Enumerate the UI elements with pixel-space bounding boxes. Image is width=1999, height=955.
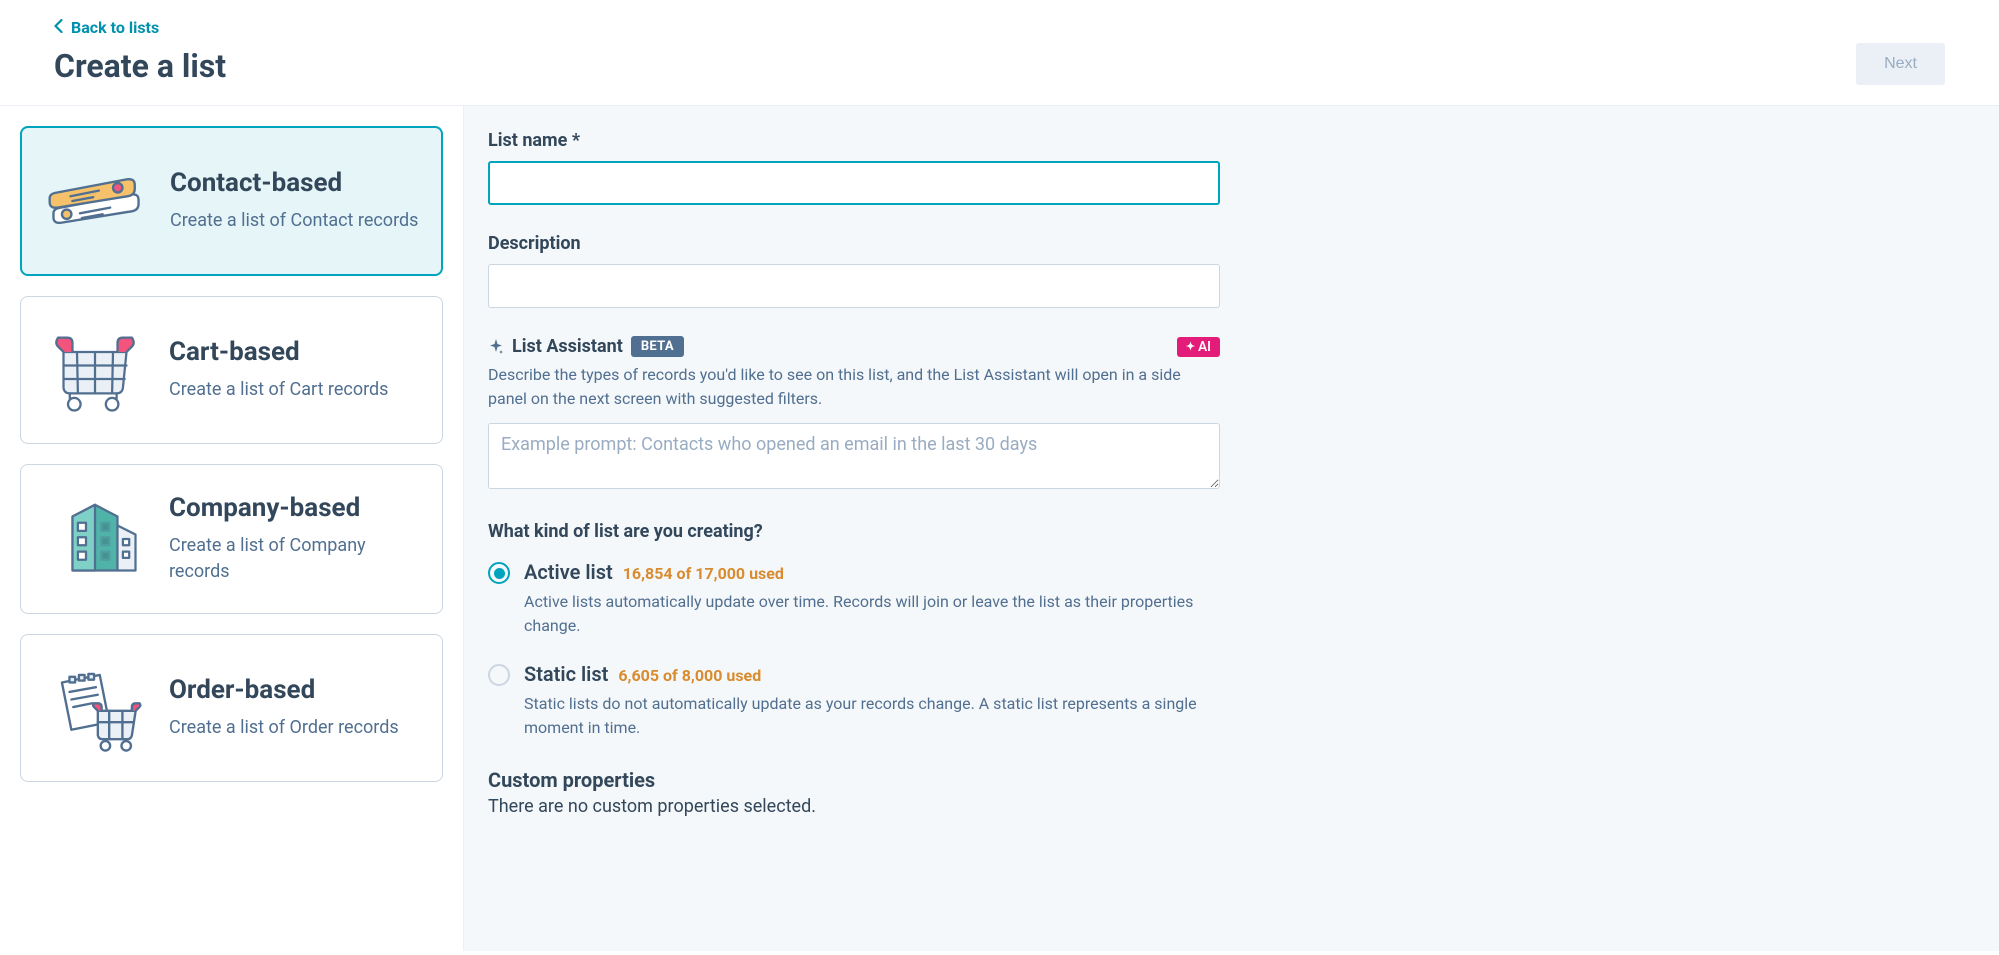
back-link-label: Back to lists	[71, 18, 159, 37]
card-title: Contact-based	[170, 168, 419, 198]
card-desc: Create a list of Company records	[169, 533, 420, 585]
radio-static-list[interactable]: Static list 6,605 of 8,000 used Static l…	[488, 662, 1220, 740]
card-order-based[interactable]: Order-based Create a list of Order recor…	[20, 634, 443, 782]
list-type-sidebar: Contact-based Create a list of Contact r…	[0, 106, 464, 951]
list-kind-heading: What kind of list are you creating?	[488, 521, 1220, 542]
page-header: Back to lists Create a list Next	[0, 0, 1999, 106]
page-title: Create a list	[54, 47, 226, 85]
card-cart-based[interactable]: Cart-based Create a list of Cart records	[20, 296, 443, 444]
card-title: Company-based	[169, 493, 420, 523]
custom-properties-heading: Custom properties	[488, 768, 1220, 792]
usage-count: 16,854 of 17,000 used	[623, 564, 784, 583]
assistant-prompt-input[interactable]	[488, 423, 1220, 489]
card-title: Cart-based	[169, 337, 420, 367]
card-desc: Create a list of Contact records	[170, 208, 419, 234]
card-desc: Create a list of Cart records	[169, 377, 420, 403]
ai-badge: AI	[1177, 337, 1220, 357]
contact-icon	[44, 156, 148, 246]
radio-desc: Static lists do not automatically update…	[524, 692, 1220, 740]
card-title: Order-based	[169, 675, 420, 705]
back-to-lists-link[interactable]: Back to lists	[54, 18, 159, 37]
description-label: Description	[488, 233, 1220, 254]
form-main: List name * Description List Assistant B…	[464, 106, 1999, 951]
card-company-based[interactable]: Company-based Create a list of Company r…	[20, 464, 443, 614]
assistant-title: List Assistant	[512, 336, 623, 357]
chevron-left-icon	[54, 18, 63, 37]
radio-label: Active list	[524, 560, 613, 584]
usage-count: 6,605 of 8,000 used	[618, 666, 761, 685]
list-name-input[interactable]	[488, 161, 1220, 205]
card-desc: Create a list of Order records	[169, 715, 420, 741]
company-icon	[43, 494, 147, 584]
radio-label: Static list	[524, 662, 608, 686]
radio-input-active[interactable]	[488, 562, 510, 584]
assistant-desc: Describe the types of records you'd like…	[488, 363, 1220, 411]
sparkle-icon	[488, 339, 504, 355]
radio-active-list[interactable]: Active list 16,854 of 17,000 used Active…	[488, 560, 1220, 638]
custom-properties-text: There are no custom properties selected.	[488, 796, 1220, 817]
radio-desc: Active lists automatically update over t…	[524, 590, 1220, 638]
description-input[interactable]	[488, 264, 1220, 308]
order-icon	[43, 663, 147, 753]
list-name-label: List name *	[488, 130, 1220, 151]
next-button[interactable]: Next	[1856, 43, 1945, 85]
beta-badge: BETA	[631, 336, 684, 357]
cart-icon	[43, 325, 147, 415]
card-contact-based[interactable]: Contact-based Create a list of Contact r…	[20, 126, 443, 276]
radio-input-static[interactable]	[488, 664, 510, 686]
